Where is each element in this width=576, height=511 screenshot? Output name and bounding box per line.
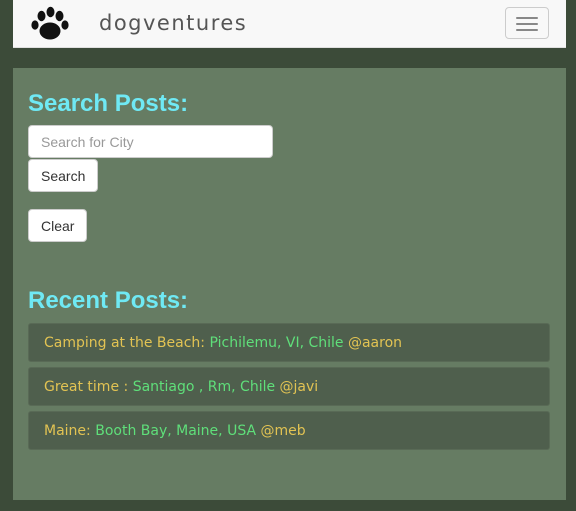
post-item[interactable]: Maine: Booth Bay, Maine, USA @meb	[28, 411, 550, 450]
post-title: Camping at the Beach:	[44, 335, 206, 351]
recent-heading: Recent Posts:	[28, 287, 189, 314]
menu-toggle-button[interactable]	[505, 7, 549, 39]
post-user: @aaron	[347, 335, 403, 351]
brand-title[interactable]: dogventures	[99, 11, 247, 35]
post-user: @meb	[260, 423, 306, 439]
clear-button[interactable]: Clear	[28, 209, 88, 242]
paw-icon[interactable]	[29, 3, 71, 45]
post-location: Santiago , Rm, Chile	[132, 379, 276, 395]
main-panel: Search Posts: Search Clear Recent Posts:…	[13, 68, 566, 500]
search-heading: Search Posts:	[28, 90, 189, 117]
navbar: dogventures	[13, 0, 566, 48]
post-location: Booth Bay, Maine, USA	[95, 423, 257, 439]
post-item[interactable]: Camping at the Beach: Pichilemu, VI, Chi…	[28, 323, 550, 362]
hamburger-icon	[516, 17, 538, 19]
post-title: Great time :	[44, 379, 129, 395]
post-title: Maine:	[44, 423, 91, 439]
search-button[interactable]: Search	[28, 159, 99, 192]
post-user: @javi	[279, 379, 319, 395]
post-location: Pichilemu, VI, Chile	[209, 335, 344, 351]
post-item[interactable]: Great time : Santiago , Rm, Chile @javi	[28, 367, 550, 406]
search-input[interactable]	[28, 125, 273, 158]
